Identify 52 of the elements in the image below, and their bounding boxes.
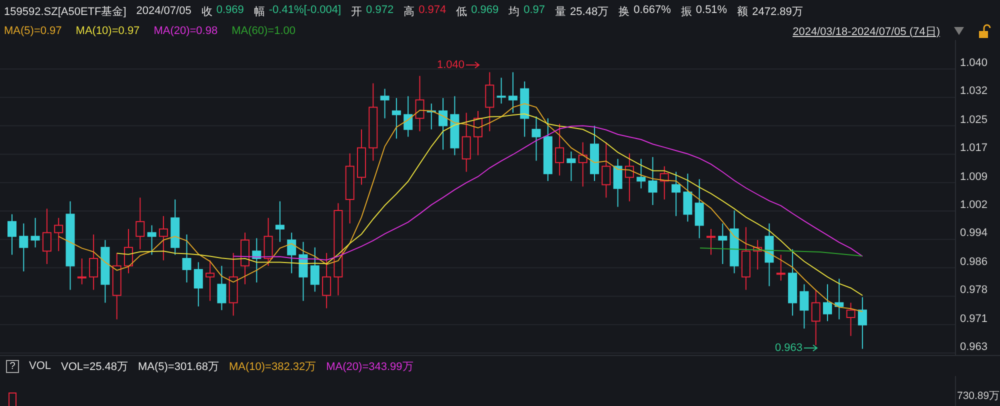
stat-label: 额 bbox=[737, 4, 748, 18]
stat-value: 0.969 bbox=[471, 4, 499, 18]
stat-value: 0.51% bbox=[696, 4, 728, 18]
volume-axis-label: 730.89万 bbox=[957, 390, 1000, 402]
stat-label: 开 bbox=[351, 4, 362, 18]
price-extreme-label: 0.963 bbox=[775, 342, 803, 354]
ma-legend-value: MA(5)=0.97 bbox=[4, 25, 62, 37]
price-axis-label: 1.002 bbox=[960, 198, 989, 211]
price-axis-label: 0.978 bbox=[960, 284, 989, 296]
price-axis-label: 1.040 bbox=[960, 57, 989, 69]
volume-legend-value: VOL=25.48万 bbox=[61, 360, 128, 374]
ma-legend-value: MA(60)=1.00 bbox=[232, 25, 296, 37]
ma-legend-value: MA(10)=0.97 bbox=[76, 25, 140, 37]
stat-value: 0.97 bbox=[524, 4, 546, 18]
stat-value: 0.969 bbox=[216, 4, 244, 18]
price-extreme-label: 1.040 bbox=[437, 59, 465, 71]
price-axis-label: 1.025 bbox=[960, 114, 989, 126]
price-axis-label: 0.994 bbox=[960, 227, 989, 240]
stat-value: 25.48万 bbox=[570, 4, 609, 18]
stat-label: 幅 bbox=[254, 4, 265, 18]
price-axis-label: 0.986 bbox=[960, 256, 989, 268]
arrow-right-icon bbox=[804, 344, 818, 352]
stat-value: -0.41%[-0.004] bbox=[268, 4, 342, 18]
price-axis-label: 0.963 bbox=[960, 340, 989, 353]
stat-label: 量 bbox=[555, 4, 566, 18]
stat-label: 均 bbox=[508, 4, 520, 18]
volume-bar bbox=[8, 392, 18, 406]
price-axis-label: 0.971 bbox=[960, 312, 989, 325]
stat-label: 收 bbox=[201, 4, 212, 18]
ma-legend-value: MA(20)=0.98 bbox=[154, 25, 218, 37]
indicator-name: VOL bbox=[29, 360, 52, 372]
arrow-right-icon bbox=[466, 61, 480, 69]
stat-label: 低 bbox=[456, 4, 468, 18]
volume-legend-value: MA(10)=382.32万 bbox=[229, 360, 316, 374]
stat-value: 0.667% bbox=[634, 4, 671, 18]
price-axis-label: 1.032 bbox=[960, 85, 989, 98]
price-axis-label: 1.009 bbox=[960, 170, 989, 183]
stat-label: 换 bbox=[618, 4, 630, 18]
stat-value: 2472.89万 bbox=[752, 4, 803, 18]
volume-legend-value: MA(5)=301.68万 bbox=[138, 360, 219, 374]
stat-value: 0.972 bbox=[366, 4, 394, 18]
volume-legend-value: MA(20)=343.99万 bbox=[326, 360, 414, 374]
stat-label: 振 bbox=[680, 4, 692, 18]
dropdown-triangle-icon[interactable] bbox=[954, 27, 964, 35]
price-axis-label: 1.017 bbox=[960, 142, 989, 154]
lock-icon[interactable] bbox=[978, 24, 992, 38]
stat-value: 0.974 bbox=[418, 4, 446, 18]
date-label: 2024/07/05 bbox=[136, 5, 192, 17]
security-code: 159592.SZ[A50ETF基金] bbox=[4, 4, 126, 18]
help-button[interactable]: ? bbox=[6, 360, 19, 372]
stat-label: 高 bbox=[404, 4, 415, 18]
date-range-link[interactable]: 2024/03/18-2024/07/05 (74日) bbox=[792, 24, 940, 38]
